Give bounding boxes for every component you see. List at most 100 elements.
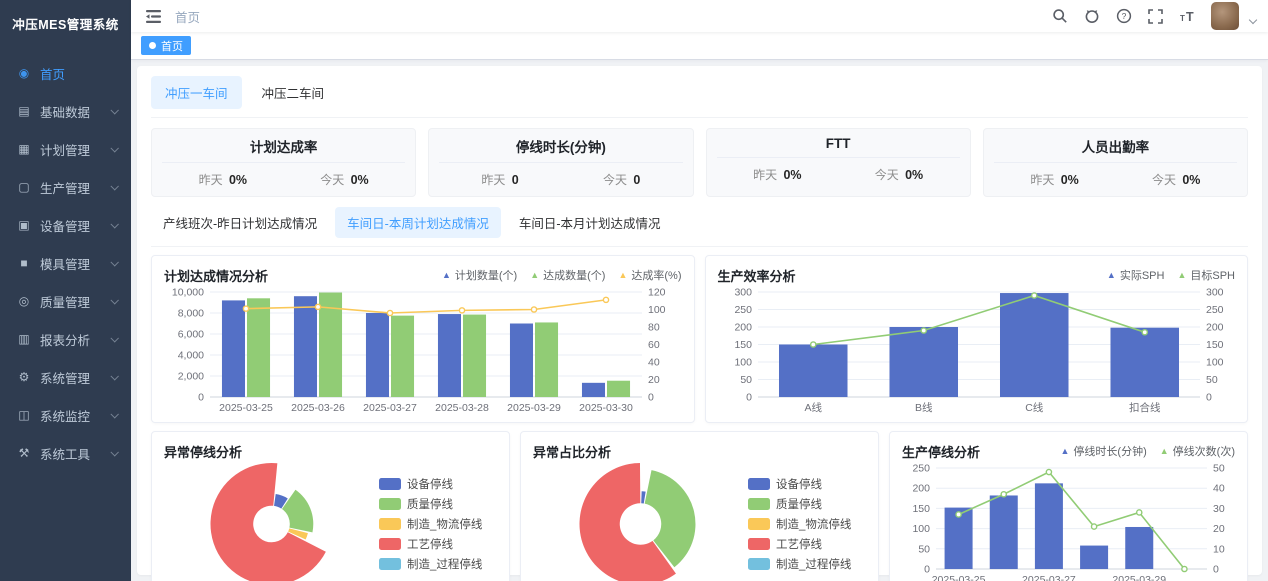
sidebar-fold-icon[interactable] xyxy=(143,6,163,26)
production-efficiency-chart: 050100150200250300050100150200250300A线B线… xyxy=(718,286,1236,414)
svg-text:扣合线: 扣合线 xyxy=(1129,401,1161,414)
svg-text:10,000: 10,000 xyxy=(172,287,204,299)
breadcrumb[interactable]: 首页 xyxy=(175,7,200,26)
legend-item[interactable]: 质量停线 xyxy=(379,496,497,512)
legend-item[interactable]: ▲停线次数(次) xyxy=(1160,443,1235,459)
chart-title: 生产停线分析 xyxy=(902,442,980,461)
chevron-down-icon xyxy=(110,372,118,380)
sidebar-item-production[interactable]: ▢生产管理 xyxy=(0,168,131,206)
fullscreen-icon[interactable] xyxy=(1147,8,1164,25)
legend-item[interactable]: 工艺停线 xyxy=(379,536,497,552)
legend-item[interactable]: 制造_物流停线 xyxy=(748,516,866,532)
svg-text:?: ? xyxy=(1121,11,1126,21)
sidebar-item-plan[interactable]: ▦计划管理 xyxy=(0,130,131,168)
sidebar-item-base-data[interactable]: ▤基础数据 xyxy=(0,92,131,130)
caret-down-icon[interactable] xyxy=(1249,16,1257,24)
production-stop-chart: 050100150200250010203040502025-03-252025… xyxy=(902,462,1235,581)
sidebar-item-quality[interactable]: ◎质量管理 xyxy=(0,282,131,320)
legend-label: 工艺停线 xyxy=(776,536,822,552)
tag-home[interactable]: 首页 xyxy=(141,36,191,55)
svg-text:4,000: 4,000 xyxy=(178,350,204,362)
legend-item[interactable]: ▲ 达成率(%) xyxy=(618,267,681,283)
legend-swatch-icon xyxy=(748,478,770,490)
sidebar-item-home[interactable]: ◉首页 xyxy=(0,54,131,92)
svg-text:0: 0 xyxy=(1213,564,1219,576)
legend-item[interactable]: ▲达成数量(个) xyxy=(530,267,605,283)
sidebar-item-equipment[interactable]: ▣设备管理 xyxy=(0,206,131,244)
workshop-tab-0[interactable]: 冲压一车间 xyxy=(151,76,242,109)
charts-row-1: 计划达成情况分析 ▲计划数量(个)▲达成数量(个)▲达成率(%) 02,0004… xyxy=(151,255,1248,423)
chevron-down-icon xyxy=(110,410,118,418)
workshop-tab-1[interactable]: 冲压二车间 xyxy=(248,76,339,109)
legend-swatch-icon xyxy=(379,498,401,510)
period-tab-0[interactable]: 产线班次-昨日计划达成情况 xyxy=(151,207,329,238)
legend-item[interactable]: 制造_物流停线 xyxy=(379,516,497,532)
sidebar-item-label: 首页 xyxy=(40,64,65,83)
sidebar-item-mold[interactable]: ■模具管理 xyxy=(0,244,131,282)
tags-view-bar: 首页 xyxy=(131,32,1268,60)
sidebar-item-label: 质量管理 xyxy=(40,292,90,311)
sidebar-item-label: 设备管理 xyxy=(40,216,90,235)
svg-text:60: 60 xyxy=(648,339,660,351)
svg-text:10: 10 xyxy=(1213,543,1225,555)
sidebar-item-report[interactable]: ▥报表分析 xyxy=(0,320,131,358)
svg-text:40: 40 xyxy=(648,357,660,369)
legend-label: 质量停线 xyxy=(407,496,453,512)
legend-triangle-icon: ▲ xyxy=(1107,271,1116,280)
legend-label: 设备停线 xyxy=(407,476,453,492)
sidebar-item-system[interactable]: ⚙系统管理 xyxy=(0,358,131,396)
chevron-down-icon xyxy=(110,106,118,114)
system-icon: ⚙ xyxy=(17,370,31,384)
svg-text:100: 100 xyxy=(1206,357,1224,369)
dashboard-panel: 冲压一车间冲压二车间 计划达成率昨天 0%今天 0%停线时长(分钟)昨天 0今天… xyxy=(137,66,1262,575)
sidebar-item-label: 系统工具 xyxy=(40,444,90,463)
legend-label: 实际SPH xyxy=(1120,267,1165,283)
legend-label: 达成率(%) xyxy=(631,267,681,283)
svg-text:2,000: 2,000 xyxy=(178,371,204,383)
chevron-down-icon xyxy=(110,258,118,266)
abnormal-ratio-donut xyxy=(533,462,748,581)
main-column: 首页 ? TT xyxy=(131,0,1268,581)
sidebar-item-tools[interactable]: ⚒系统工具 xyxy=(0,434,131,472)
svg-text:300: 300 xyxy=(734,287,752,299)
svg-text:0: 0 xyxy=(1206,392,1212,404)
svg-text:200: 200 xyxy=(912,483,930,495)
legend-item[interactable]: 工艺停线 xyxy=(748,536,866,552)
sidebar-item-monitor[interactable]: ◫系统监控 xyxy=(0,396,131,434)
legend-triangle-icon: ▲ xyxy=(618,271,627,280)
legend-label: 工艺停线 xyxy=(407,536,453,552)
chart-legend: ▲停线时长(分钟) ▲停线次数(次) xyxy=(1061,443,1236,459)
chevron-down-icon xyxy=(110,334,118,342)
content-area: 冲压一车间冲压二车间 计划达成率昨天 0%今天 0%停线时长(分钟)昨天 0今天… xyxy=(131,60,1268,581)
production-efficiency-card: 生产效率分析 ▲实际SPH▲目标SPH 05010015020025030005… xyxy=(705,255,1249,423)
svg-text:80: 80 xyxy=(648,322,660,334)
font-size-icon[interactable]: TT xyxy=(1179,8,1196,25)
legend-swatch-icon xyxy=(379,538,401,550)
legend-label: 设备停线 xyxy=(776,476,822,492)
search-icon[interactable] xyxy=(1051,8,1068,25)
chart-title: 异常占比分析 xyxy=(533,442,611,461)
legend-item[interactable]: ▲目标SPH xyxy=(1177,267,1235,283)
chart-title: 异常停线分析 xyxy=(164,442,242,461)
legend-swatch-icon xyxy=(748,518,770,530)
help-icon[interactable]: ? xyxy=(1115,8,1132,25)
user-avatar[interactable] xyxy=(1211,2,1239,30)
report-icon: ▥ xyxy=(17,332,31,346)
github-icon[interactable] xyxy=(1083,8,1100,25)
tag-dot xyxy=(149,42,156,49)
legend-item[interactable]: ▲计划数量(个) xyxy=(442,267,517,283)
legend-item[interactable]: 质量停线 xyxy=(748,496,866,512)
kpi-card: 计划达成率昨天 0%今天 0% xyxy=(151,128,416,197)
legend-item[interactable]: 设备停线 xyxy=(748,476,866,492)
legend-item[interactable]: ▲ 实际SPH xyxy=(1107,267,1165,283)
legend-item[interactable]: 制造_过程停线 xyxy=(379,556,497,572)
legend-item[interactable]: 制造_过程停线 xyxy=(748,556,866,572)
period-tab-1[interactable]: 车间日-本周计划达成情况 xyxy=(335,207,501,238)
legend-label: 制造_过程停线 xyxy=(776,556,851,572)
period-tabs: 产线班次-昨日计划达成情况车间日-本周计划达成情况车间日-本月计划达成情况 xyxy=(151,207,1248,247)
kpi-title: FTT xyxy=(717,136,960,158)
legend-item[interactable]: 设备停线 xyxy=(379,476,497,492)
svg-text:2025-03-25: 2025-03-25 xyxy=(932,574,986,581)
period-tab-2[interactable]: 车间日-本月计划达成情况 xyxy=(507,207,673,238)
legend-item[interactable]: ▲停线时长(分钟) xyxy=(1061,443,1147,459)
